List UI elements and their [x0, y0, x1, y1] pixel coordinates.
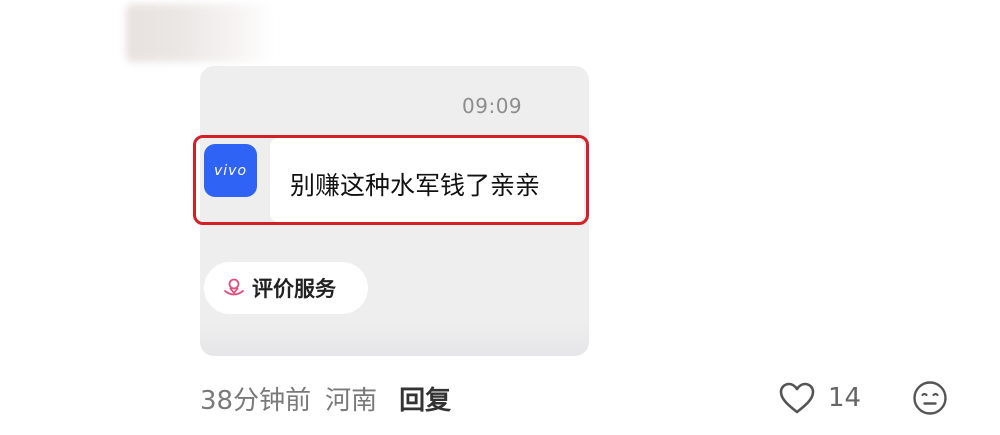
message-time: 09:09 — [462, 94, 523, 118]
heart-outline-icon — [779, 382, 815, 414]
comment-time: 38分钟前 — [200, 385, 312, 416]
rate-service-button[interactable]: 评价服务 — [204, 262, 368, 314]
comment-location: 河南 — [325, 385, 378, 416]
like-count: 14 — [828, 383, 862, 413]
rate-service-label: 评价服务 — [252, 277, 336, 301]
like-button[interactable]: 14 — [778, 378, 861, 418]
blurred-user-avatar — [126, 4, 274, 62]
red-highlight-box — [193, 135, 589, 225]
comment-meta: 38分钟前 河南 回复 — [200, 378, 451, 418]
neutral-face-icon[interactable] — [912, 380, 948, 416]
flower-hand-icon — [224, 278, 244, 296]
reply-button[interactable]: 回复 — [399, 380, 451, 417]
bottom-shadow — [200, 322, 589, 356]
